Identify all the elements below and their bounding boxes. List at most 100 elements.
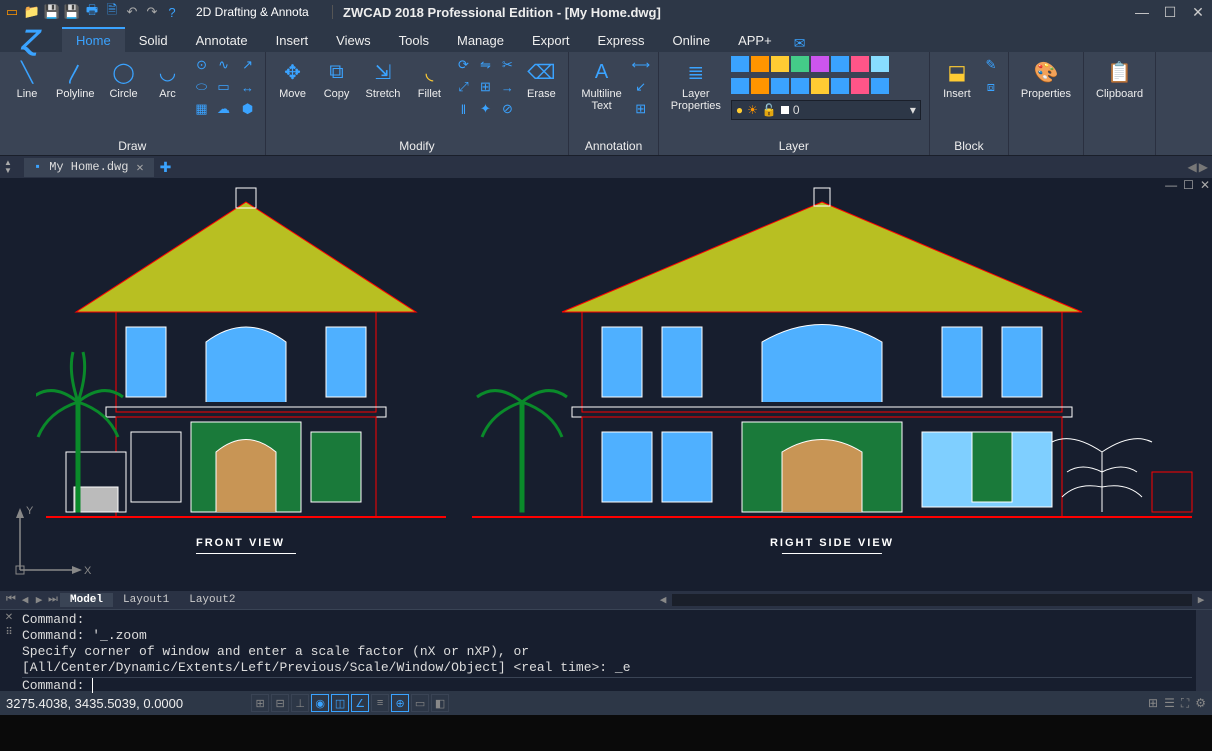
block-attr-icon[interactable]: ⧈ xyxy=(982,78,1000,96)
layout-tab-model[interactable]: Model xyxy=(60,593,113,607)
tab-views[interactable]: Views xyxy=(322,27,384,52)
point-icon[interactable]: ⊙ xyxy=(193,56,211,74)
tab-express[interactable]: Express xyxy=(584,27,659,52)
doctab-nav[interactable]: ▲▼ xyxy=(4,159,18,175)
mail-icon[interactable]: ✉ xyxy=(794,35,806,52)
tab-online[interactable]: Online xyxy=(659,27,725,52)
mirror-icon[interactable]: ⇋ xyxy=(476,56,494,74)
ortho-toggle[interactable]: ⊥ xyxy=(291,694,309,712)
tab-right-icon[interactable]: ▶ xyxy=(1199,160,1208,174)
vp-minimize-icon[interactable]: — xyxy=(1165,178,1177,192)
block-edit-icon[interactable]: ✎ xyxy=(982,56,1000,74)
vp-close-icon[interactable]: ✕ xyxy=(1200,178,1210,192)
layer-tool-icon[interactable] xyxy=(751,78,769,94)
fullscreen-icon[interactable]: ⛶ xyxy=(1181,696,1189,711)
model-toggle[interactable]: ▭ xyxy=(411,694,429,712)
tab-export[interactable]: Export xyxy=(518,27,584,52)
leader-icon[interactable]: ↙ xyxy=(632,78,650,96)
dyn-toggle[interactable]: ⊕ xyxy=(391,694,409,712)
properties-button[interactable]: 🎨Properties xyxy=(1017,56,1075,102)
arc-button[interactable]: ◡Arc xyxy=(149,56,187,102)
polyline-button[interactable]: 〳Polyline xyxy=(52,56,99,102)
array-icon[interactable]: ⊞ xyxy=(476,78,494,96)
explode-icon[interactable]: ✦ xyxy=(476,100,494,118)
status-tool-icon[interactable]: ⊞ xyxy=(1148,696,1158,710)
layout-tab-1[interactable]: Layout1 xyxy=(113,593,179,607)
command-window[interactable]: ✕⠿ Command: Command: '_.zoom Specify cor… xyxy=(0,609,1212,691)
layer-tool-icon[interactable] xyxy=(851,78,869,94)
layer-tool-icon[interactable] xyxy=(751,56,769,72)
layer-tool-icon[interactable] xyxy=(791,78,809,94)
layer-tool-icon[interactable] xyxy=(791,56,809,72)
layer-tool-icon[interactable] xyxy=(851,56,869,72)
new-tab-icon[interactable]: ✚ xyxy=(160,159,172,176)
trim-icon[interactable]: ✂ xyxy=(498,56,516,74)
help-icon[interactable]: ? xyxy=(164,4,180,20)
tab-insert[interactable]: Insert xyxy=(262,27,323,52)
layout-prev-icon[interactable]: ◀ xyxy=(18,593,32,607)
layout-tab-2[interactable]: Layout2 xyxy=(179,593,245,607)
status-tool-icon[interactable]: ☰ xyxy=(1164,696,1175,710)
layer-tool-icon[interactable] xyxy=(811,56,829,72)
scale-icon[interactable]: ⤢ xyxy=(454,78,472,96)
minimize-button[interactable]: — xyxy=(1132,3,1152,21)
tab-annotate[interactable]: Annotate xyxy=(182,27,262,52)
tab-home[interactable]: Home xyxy=(62,27,125,52)
snap-toggle[interactable]: ⊞ xyxy=(251,694,269,712)
offset-icon[interactable]: ‖ xyxy=(454,100,472,118)
rect2-icon[interactable]: ▭ xyxy=(215,78,233,96)
layer-tool-icon[interactable] xyxy=(871,56,889,72)
new-icon[interactable]: ▭ xyxy=(4,4,20,20)
vp-maximize-icon[interactable]: ☐ xyxy=(1183,178,1194,192)
erase-button[interactable]: ⌫Erase xyxy=(522,56,560,102)
insert-button[interactable]: ⬓Insert xyxy=(938,56,976,102)
table-icon[interactable]: ⊞ xyxy=(632,100,650,118)
close-tab-icon[interactable]: ✕ xyxy=(136,160,143,175)
layer-tool-icon[interactable] xyxy=(811,78,829,94)
layer-tool-icon[interactable] xyxy=(731,78,749,94)
layout-next-icon[interactable]: ▶ xyxy=(32,593,46,607)
workspace-selector[interactable] xyxy=(192,3,322,21)
preview-icon[interactable]: 🗎 xyxy=(104,4,120,20)
command-input[interactable]: Command: xyxy=(22,677,1192,694)
move-button[interactable]: ✥Move xyxy=(274,56,312,102)
open-icon[interactable]: 📁 xyxy=(24,4,40,20)
tab-left-icon[interactable]: ◀ xyxy=(1188,160,1197,174)
print-icon[interactable]: 🖶 xyxy=(84,4,100,20)
otrack-toggle[interactable]: ∠ xyxy=(351,694,369,712)
layer-current-combo[interactable]: ● ☀ 🔓 0 ▾ xyxy=(731,100,921,120)
polar-toggle[interactable]: ◉ xyxy=(311,694,329,712)
circle-button[interactable]: ◯Circle xyxy=(105,56,143,102)
break-icon[interactable]: ⊘ xyxy=(498,100,516,118)
tab-app[interactable]: APP+ xyxy=(724,27,786,52)
osnap-toggle[interactable]: ◫ xyxy=(331,694,349,712)
h-scrollbar[interactable]: ◀▶ xyxy=(656,593,1208,607)
spline-icon[interactable]: ∿ xyxy=(215,56,233,74)
tab-manage[interactable]: Manage xyxy=(443,27,518,52)
tab-tools[interactable]: Tools xyxy=(385,27,443,52)
undo-icon[interactable]: ↶ xyxy=(124,4,140,20)
tab-solid[interactable]: Solid xyxy=(125,27,182,52)
ray-icon[interactable]: ↗ xyxy=(239,56,257,74)
cycle-toggle[interactable]: ◧ xyxy=(431,694,449,712)
stretch-button[interactable]: ⇲Stretch xyxy=(362,56,405,102)
save-icon[interactable]: 💾 xyxy=(44,4,60,20)
grid-toggle[interactable]: ⊟ xyxy=(271,694,289,712)
extend-icon[interactable]: → xyxy=(498,78,516,96)
multiline-text-button[interactable]: AMultiline Text xyxy=(577,56,625,114)
layer-tool-icon[interactable] xyxy=(871,78,889,94)
region-icon[interactable]: ⬢ xyxy=(239,100,257,118)
close-button[interactable]: ✕ xyxy=(1188,3,1208,21)
layout-first-icon[interactable]: ⏮ xyxy=(4,594,18,606)
settings-gear-icon[interactable]: ⚙ xyxy=(1195,696,1206,710)
layer-properties-button[interactable]: ≣Layer Properties xyxy=(667,56,725,120)
cmd-scrollbar[interactable] xyxy=(1196,610,1212,691)
layer-tool-icon[interactable] xyxy=(731,56,749,72)
layer-tool-icon[interactable] xyxy=(771,56,789,72)
cloud-icon[interactable]: ☁ xyxy=(215,100,233,118)
layer-tool-icon[interactable] xyxy=(831,56,849,72)
cmd-grip[interactable]: ✕⠿ xyxy=(0,610,18,691)
dim-icon[interactable]: ⟷ xyxy=(632,56,650,74)
layer-tool-icon[interactable] xyxy=(831,78,849,94)
saveas-icon[interactable]: 💾 xyxy=(64,4,80,20)
